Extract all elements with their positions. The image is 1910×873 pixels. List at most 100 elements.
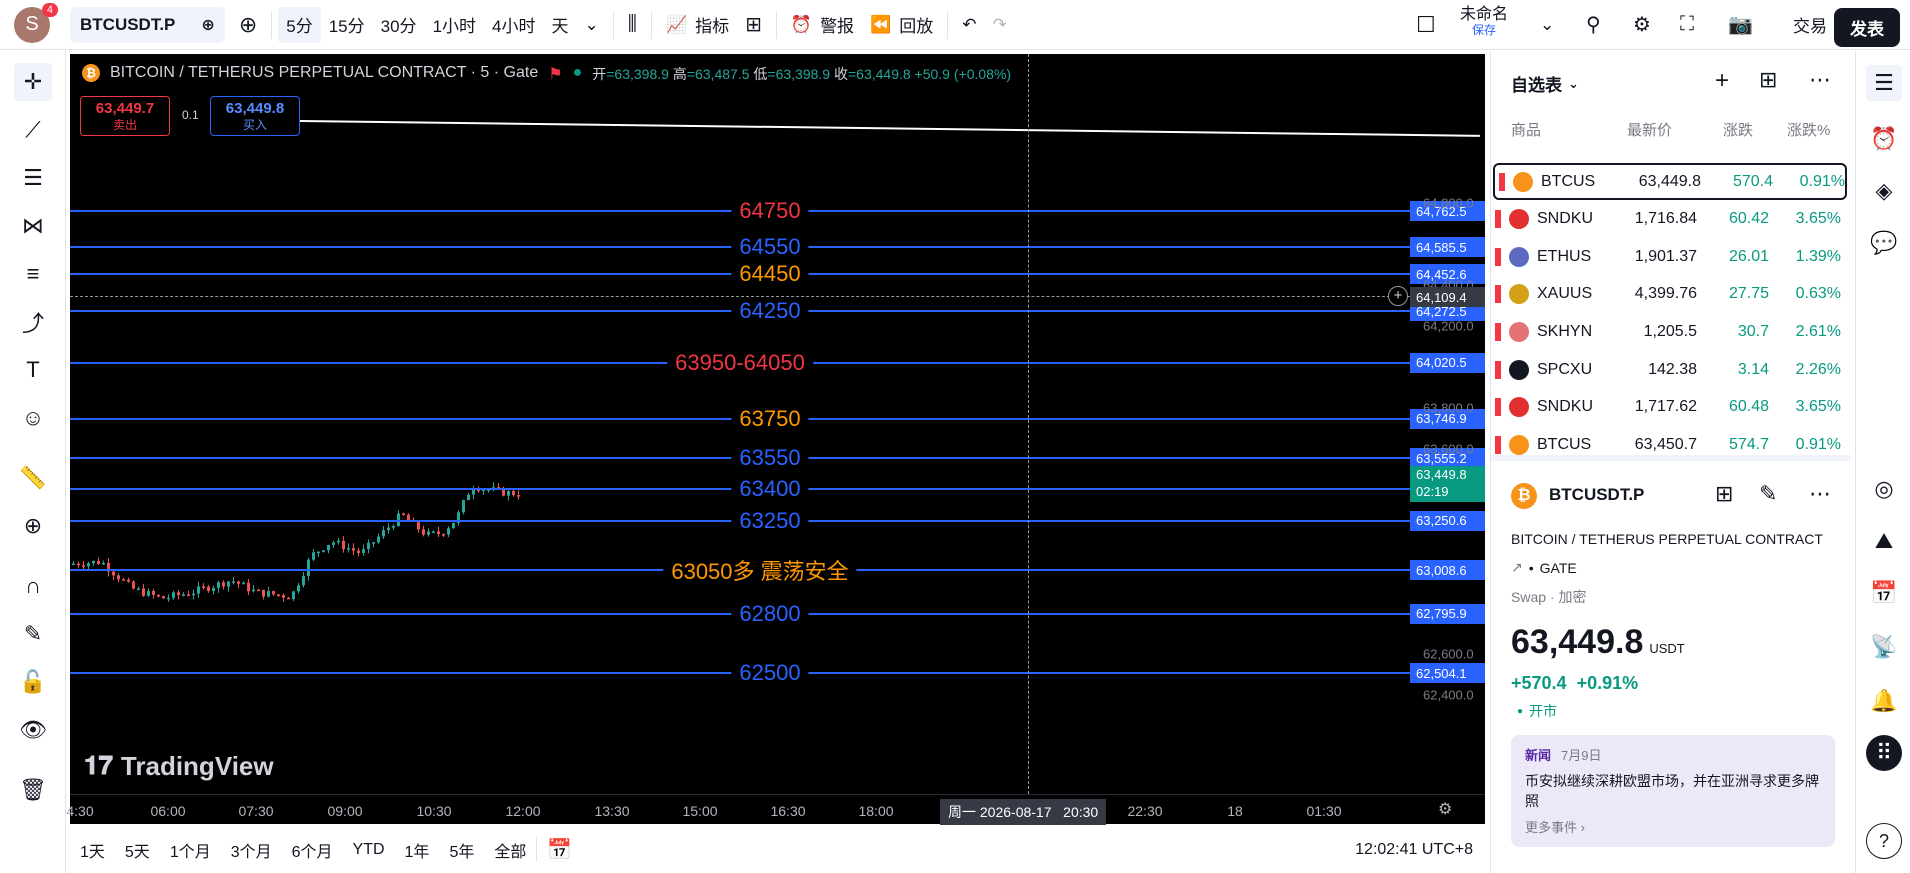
horizontal-lines-icon[interactable]: ☰	[14, 159, 52, 197]
watchlist-row[interactable]: SPCXU 142.38 3.14 2.26%	[1491, 351, 1851, 388]
clock-readout[interactable]: 12:02:41 UTC+8	[1355, 841, 1473, 859]
watchlist-row[interactable]: ETHUS 1,901.37 26.01 1.39%	[1491, 238, 1851, 275]
watchlist-row[interactable]: SNDKU 1,716.84 60.42 3.65%	[1491, 201, 1851, 238]
level-label[interactable]: 63950-64050	[667, 349, 813, 376]
level-label[interactable]: 64750	[731, 198, 809, 225]
layout-name-button[interactable]: 未命名 保存	[1460, 6, 1508, 37]
zoom-in-icon[interactable]: ⊕	[14, 507, 52, 545]
timeframe-5m[interactable]: 5分	[278, 6, 321, 43]
undo-icon[interactable]: ↶	[954, 7, 984, 43]
layout-grid-icon[interactable]: ⊞	[1715, 481, 1733, 507]
range-5d[interactable]: 5天	[115, 838, 160, 862]
level-label[interactable]: 64550	[731, 234, 809, 261]
settings-gear-icon[interactable]: ⚙	[1438, 799, 1452, 819]
date-range-icon[interactable]: 📅	[536, 837, 582, 862]
alert-button[interactable]: ⏰ 警报	[783, 7, 862, 43]
buy-button[interactable]: 63,449.8 买入	[210, 96, 300, 136]
timeframe-1h[interactable]: 1小时	[425, 7, 484, 43]
level-label[interactable]: 63750	[731, 405, 809, 432]
timeframe-4h[interactable]: 4小时	[484, 7, 543, 43]
edit-icon[interactable]: ✎	[1759, 481, 1777, 507]
fib-icon[interactable]: ≡	[14, 255, 52, 293]
trash-icon[interactable]: 🗑	[14, 771, 52, 809]
redo-icon[interactable]: ↷	[984, 7, 1014, 43]
range-all[interactable]: 全部	[484, 838, 536, 862]
target-icon[interactable]: ◎	[1866, 471, 1902, 507]
calendar-icon[interactable]: 📅	[1866, 575, 1902, 611]
trade-button[interactable]: 交易	[1785, 7, 1835, 43]
add-symbol-icon[interactable]: ⊕	[231, 7, 265, 43]
details-symbol[interactable]: BTCUSDT.P	[1549, 485, 1644, 505]
checkbox-icon[interactable]: ☐	[1408, 7, 1444, 43]
settings-gear-icon[interactable]: ⚙	[1625, 7, 1659, 43]
mountain-icon[interactable]: ⛰	[1866, 523, 1902, 559]
candles-icon[interactable]: ⫼	[620, 7, 645, 43]
chevron-down-icon[interactable]: ⌄	[1568, 76, 1579, 92]
level-label[interactable]: 62500	[731, 660, 809, 687]
layers-icon[interactable]: ◈	[1866, 173, 1902, 209]
ruler-icon[interactable]: 📏	[14, 459, 52, 497]
trend-line-icon[interactable]: ⟋	[14, 111, 52, 149]
time-axis[interactable]: 4:30 06:00 07:30 09:00 10:30 12:00 13:30 15:00 1…	[66, 794, 1485, 825]
layout-grid-icon[interactable]: ⊞	[737, 7, 770, 43]
col-symbol[interactable]: 商品	[1511, 119, 1541, 140]
news-card[interactable]: 新闻 7月9日 币安拟继续深耕欧盟市场，并在亚洲寻求更多牌照 更多事件 ›	[1511, 735, 1835, 847]
range-3m[interactable]: 3个月	[221, 838, 282, 862]
watchlist-title[interactable]: 自选表	[1511, 71, 1562, 96]
eye-icon[interactable]: 👁	[14, 711, 52, 749]
external-link-icon[interactable]: ↗	[1511, 559, 1523, 576]
more-options-icon[interactable]: ⋯	[1809, 481, 1831, 507]
crosshair-icon[interactable]: ✛	[14, 63, 52, 101]
level-label[interactable]: 63250	[731, 507, 809, 534]
level-label[interactable]: 63050多 震荡安全	[663, 554, 857, 587]
camera-icon[interactable]: 📷	[1720, 7, 1761, 43]
watchlist-row[interactable]: XAUUS 4,399.76 27.75 0.63%	[1491, 276, 1851, 313]
flag-icon[interactable]	[1499, 172, 1505, 191]
quick-search-icon[interactable]: ⚲	[1578, 7, 1609, 43]
details-exchange[interactable]: GATE	[1540, 560, 1577, 576]
watchlist-row[interactable]: SNDKU 1,717.62 60.48 3.65%	[1491, 389, 1851, 426]
range-1y[interactable]: 1年	[395, 838, 440, 862]
projection-icon[interactable]: ⤴	[14, 303, 52, 341]
more-options-icon[interactable]: ⋯	[1809, 67, 1831, 93]
help-icon[interactable]: ?	[1866, 823, 1902, 859]
flag-icon[interactable]	[1495, 360, 1501, 379]
emoji-icon[interactable]: ☺	[14, 399, 52, 437]
publish-button[interactable]: 发表	[1834, 8, 1900, 47]
chevron-down-icon[interactable]: ⌄	[577, 7, 607, 43]
level-label[interactable]: 63400	[731, 475, 809, 502]
user-avatar[interactable]: S 4	[14, 2, 58, 43]
level-label[interactable]: 64250	[731, 298, 809, 325]
symbol-search-button[interactable]: BTCUSDT.P ⊕	[70, 6, 225, 43]
chat-icon[interactable]: 💬	[1866, 225, 1902, 261]
broadcast-icon[interactable]: 📡	[1866, 629, 1902, 665]
range-5y[interactable]: 5年	[439, 838, 484, 862]
watchlist-icon[interactable]: ☰	[1866, 65, 1902, 101]
range-1m[interactable]: 1个月	[160, 838, 221, 862]
pencil-lock-icon[interactable]: ✎	[14, 615, 52, 653]
level-label[interactable]: 64450	[731, 261, 809, 288]
news-more-link[interactable]: 更多事件 ›	[1525, 817, 1821, 836]
text-icon[interactable]: T	[14, 351, 52, 389]
add-symbol-icon[interactable]: +	[1715, 67, 1729, 95]
range-ytd[interactable]: YTD	[343, 841, 395, 859]
replay-button[interactable]: ⏪ 回放	[862, 7, 941, 43]
flag-icon[interactable]	[1495, 398, 1501, 417]
timeframe-30m[interactable]: 30分	[373, 7, 425, 43]
news-headline[interactable]: 币安拟继续深耕欧盟市场，并在亚洲寻求更多牌照	[1525, 772, 1821, 811]
flag-icon[interactable]	[1495, 285, 1501, 304]
lock-icon[interactable]: 🔓	[14, 663, 52, 701]
col-change-pct[interactable]: 涨跌%	[1787, 119, 1830, 140]
flag-icon[interactable]	[1495, 210, 1501, 229]
range-6m[interactable]: 6个月	[282, 838, 343, 862]
alarm-clock-icon[interactable]: ⏰	[1866, 121, 1902, 157]
watchlist-row[interactable]: SKHYN 1,205.5 30.7 2.61%	[1491, 313, 1851, 350]
sell-button[interactable]: 63,449.7 卖出	[80, 96, 170, 136]
level-label[interactable]: 62800	[731, 600, 809, 627]
bell-icon[interactable]: 🔔	[1866, 683, 1902, 719]
watchlist-row[interactable]: BTCUS 63,449.8 570.4 0.91%	[1493, 163, 1847, 200]
flag-icon[interactable]	[1495, 247, 1501, 266]
apps-grid-icon[interactable]: ⠿	[1866, 735, 1902, 771]
table-view-icon[interactable]: ⊞	[1759, 67, 1777, 93]
pattern-icon[interactable]: ⋈	[14, 207, 52, 245]
